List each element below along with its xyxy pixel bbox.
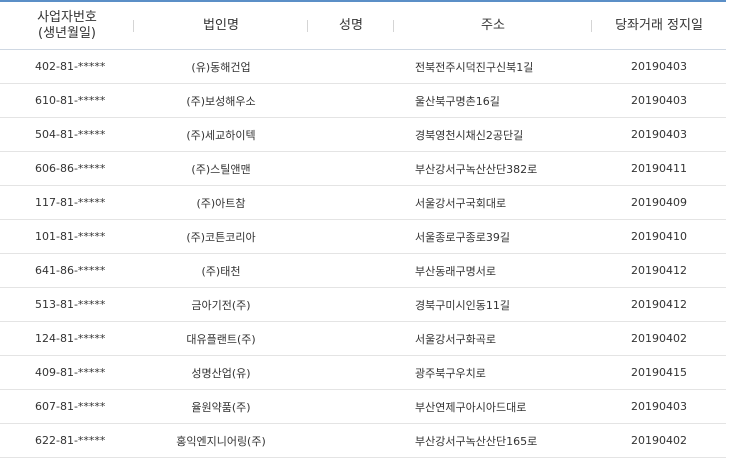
cell-address: 경북구미시인동11길 — [394, 287, 592, 322]
cell-corp-name: 금아기전(주) — [134, 287, 308, 322]
table-header: 사업자번호 (생년월일) 법인명 성명 주소 당좌거래 정지일 — [0, 1, 726, 50]
cell-suspension-date: 20190403 — [592, 49, 726, 84]
cell-corp-name: 대유플랜트(주) — [134, 321, 308, 356]
cell-business-number: 117-81-***** — [0, 185, 134, 220]
header-suspension-date: 당좌거래 정지일 — [592, 1, 726, 50]
cell-business-number: 641-86-***** — [0, 253, 134, 288]
cell-corp-name: (주)세교하이텍 — [134, 117, 308, 152]
header-row: 사업자번호 (생년월일) 법인명 성명 주소 당좌거래 정지일 — [0, 1, 726, 50]
cell-corp-name: 홍익엔지니어링(주) — [134, 423, 308, 458]
table-row: 402-81-***** (유)동해건업 전북전주시덕진구신북1길 201904… — [0, 49, 726, 84]
table-row: 117-81-***** (주)아트참 서울강서구국회대로 20190409 — [0, 185, 726, 220]
cell-corp-name: 성명산업(유) — [134, 355, 308, 390]
suspension-table-wrapper: 사업자번호 (생년월일) 법인명 성명 주소 당좌거래 정지일 402-81-*… — [0, 0, 726, 472]
cell-address: 전북전주시덕진구신북1길 — [394, 49, 592, 84]
header-business-number-line2: (생년월일) — [38, 25, 96, 41]
cell-corp-name: (주)태천 — [134, 253, 308, 288]
table-row: 409-81-***** 성명산업(유) 광주북구우치로 20190415 — [0, 355, 726, 390]
cell-person-name — [308, 49, 394, 84]
cell-corp-name: (유)동해건업 — [134, 49, 308, 84]
cell-suspension-date: 20190403 — [592, 117, 726, 152]
cell-corp-name: (주)코튼코리아 — [134, 219, 308, 254]
cell-suspension-date: 20190411 — [592, 151, 726, 186]
cell-suspension-date: 20190412 — [592, 287, 726, 322]
cell-business-number: 124-81-***** — [0, 321, 134, 356]
header-corp-name: 법인명 — [134, 1, 308, 50]
suspension-table: 사업자번호 (생년월일) 법인명 성명 주소 당좌거래 정지일 402-81-*… — [0, 0, 726, 458]
header-business-number-line1: 사업자번호 — [37, 9, 97, 25]
cell-business-number: 622-81-***** — [0, 423, 134, 458]
cell-suspension-date: 20190402 — [592, 321, 726, 356]
cell-business-number: 607-81-***** — [0, 389, 134, 424]
cell-address: 경북영천시채신2공단길 — [394, 117, 592, 152]
cell-person-name — [308, 151, 394, 186]
cell-suspension-date: 20190410 — [592, 219, 726, 254]
cell-corp-name: (주)보성해우소 — [134, 83, 308, 118]
header-person-name: 성명 — [308, 1, 394, 50]
cell-person-name — [308, 423, 394, 458]
table-row: 513-81-***** 금아기전(주) 경북구미시인동11길 20190412 — [0, 287, 726, 322]
cell-person-name — [308, 321, 394, 356]
header-suspension-date-label: 당좌거래 정지일 — [615, 17, 703, 33]
cell-person-name — [308, 117, 394, 152]
cell-address: 부산동래구명서로 — [394, 253, 592, 288]
cell-person-name — [308, 389, 394, 424]
table-row: 504-81-***** (주)세교하이텍 경북영천시채신2공단길 201904… — [0, 117, 726, 152]
cell-corp-name: (주)스틸앤맨 — [134, 151, 308, 186]
cell-suspension-date: 20190409 — [592, 185, 726, 220]
cell-address: 서울강서구국회대로 — [394, 185, 592, 220]
cell-address: 울산북구명촌16길 — [394, 83, 592, 118]
cell-address: 부산강서구녹산산단165로 — [394, 423, 592, 458]
table-row: 606-86-***** (주)스틸앤맨 부산강서구녹산산단382로 20190… — [0, 151, 726, 186]
table-row: 124-81-***** 대유플랜트(주) 서울강서구화곡로 20190402 — [0, 321, 726, 356]
cell-person-name — [308, 253, 394, 288]
cell-suspension-date: 20190403 — [592, 83, 726, 118]
header-business-number: 사업자번호 (생년월일) — [0, 1, 134, 50]
cell-person-name — [308, 83, 394, 118]
cell-business-number: 513-81-***** — [0, 287, 134, 322]
cell-address: 광주북구우치로 — [394, 355, 592, 390]
cell-business-number: 504-81-***** — [0, 117, 134, 152]
header-address-label: 주소 — [481, 17, 505, 33]
cell-business-number: 409-81-***** — [0, 355, 134, 390]
cell-suspension-date: 20190402 — [592, 423, 726, 458]
header-person-name-label: 성명 — [339, 17, 363, 33]
cell-person-name — [308, 287, 394, 322]
cell-person-name — [308, 185, 394, 220]
table-row: 607-81-***** 율원약품(주) 부산연제구아시아드대로 2019040… — [0, 389, 726, 424]
header-address: 주소 — [394, 1, 592, 50]
cell-corp-name: 율원약품(주) — [134, 389, 308, 424]
table-row: 101-81-***** (주)코튼코리아 서울종로구종로39길 2019041… — [0, 219, 726, 254]
cell-person-name — [308, 219, 394, 254]
cell-business-number: 606-86-***** — [0, 151, 134, 186]
cell-suspension-date: 20190403 — [592, 389, 726, 424]
table-row: 641-86-***** (주)태천 부산동래구명서로 20190412 — [0, 253, 726, 288]
cell-business-number: 101-81-***** — [0, 219, 134, 254]
cell-suspension-date: 20190415 — [592, 355, 726, 390]
cell-suspension-date: 20190412 — [592, 253, 726, 288]
cell-business-number: 402-81-***** — [0, 49, 134, 84]
cell-address: 서울강서구화곡로 — [394, 321, 592, 356]
cell-business-number: 610-81-***** — [0, 83, 134, 118]
cell-corp-name: (주)아트참 — [134, 185, 308, 220]
cell-address: 부산강서구녹산산단382로 — [394, 151, 592, 186]
table-row: 622-81-***** 홍익엔지니어링(주) 부산강서구녹산산단165로 20… — [0, 423, 726, 458]
cell-address: 부산연제구아시아드대로 — [394, 389, 592, 424]
cell-address: 서울종로구종로39길 — [394, 219, 592, 254]
cell-person-name — [308, 355, 394, 390]
header-corp-name-label: 법인명 — [203, 17, 239, 33]
table-body: 402-81-***** (유)동해건업 전북전주시덕진구신북1길 201904… — [0, 49, 726, 458]
table-row: 610-81-***** (주)보성해우소 울산북구명촌16길 20190403 — [0, 83, 726, 118]
